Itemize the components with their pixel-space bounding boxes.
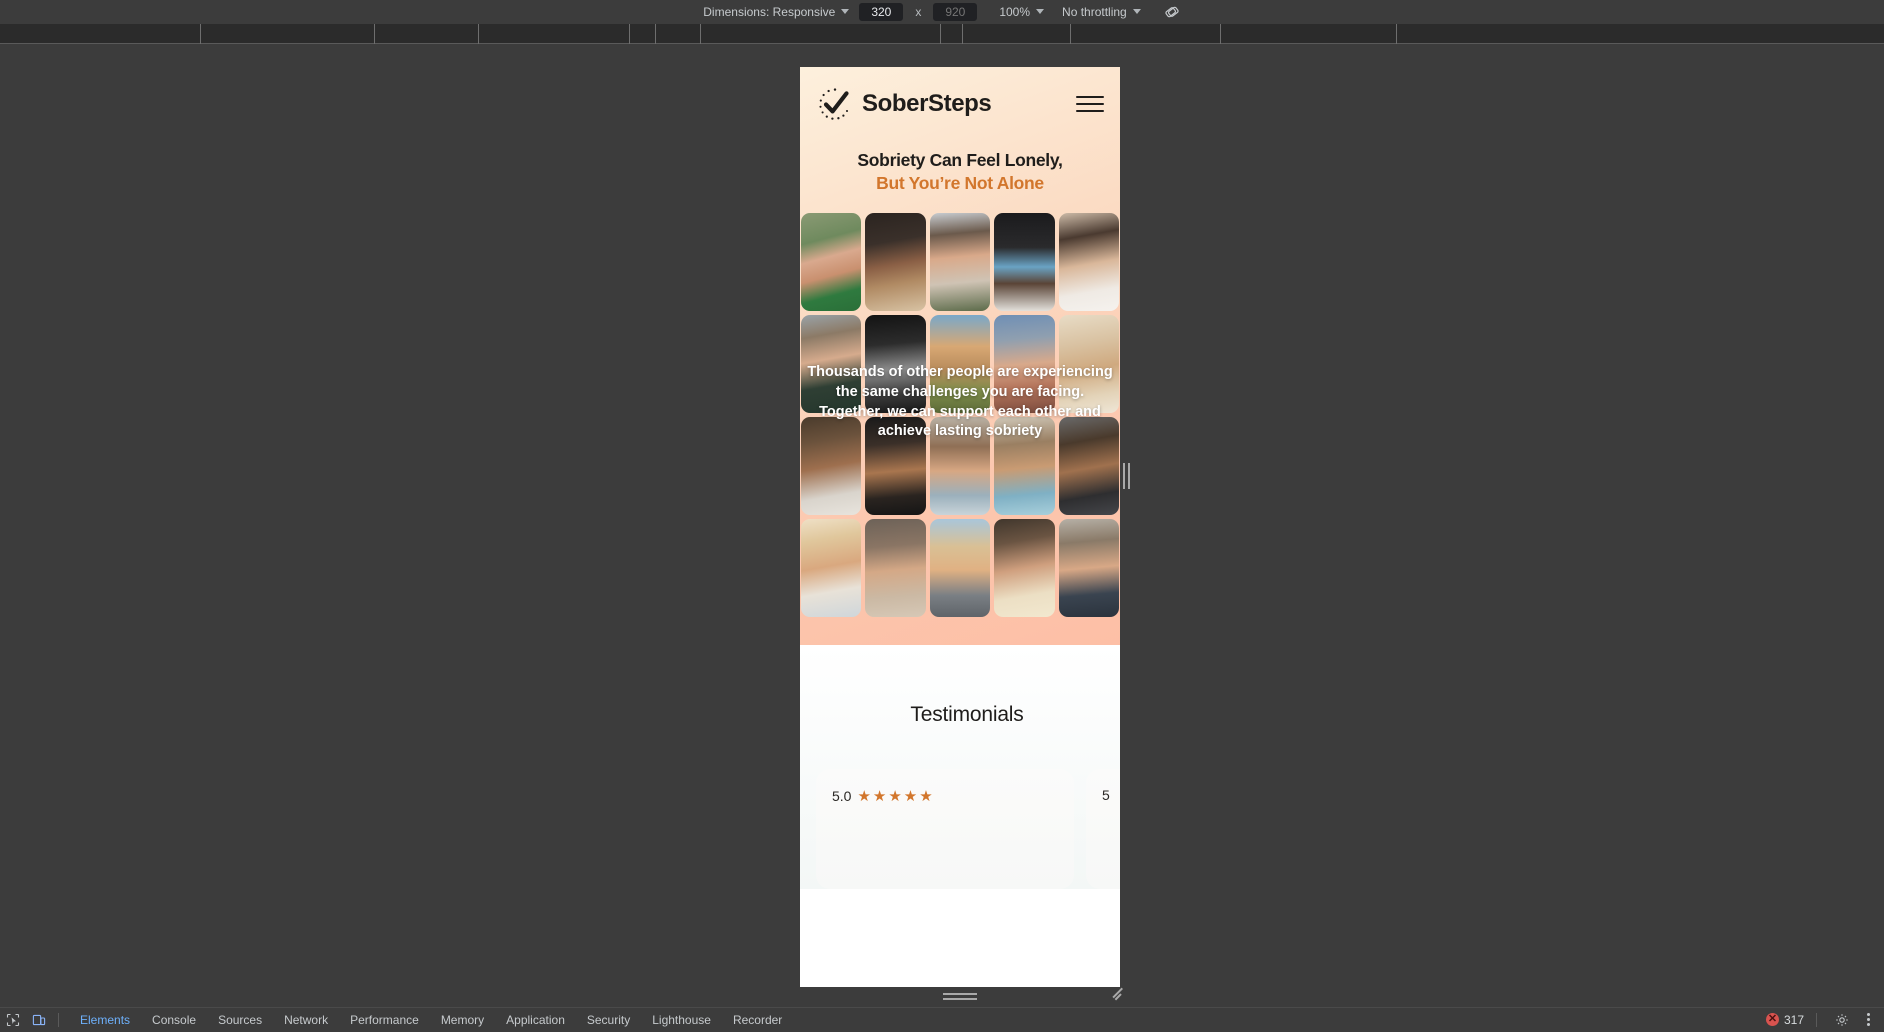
viewport-area: SoberSteps Sobriety Can Feel Lonely, But… [0,45,1884,1007]
device-viewport[interactable]: SoberSteps Sobriety Can Feel Lonely, But… [800,67,1120,987]
hero-section: SoberSteps Sobriety Can Feel Lonely, But… [800,67,1120,645]
tab-sources[interactable]: Sources [207,1008,273,1032]
device-resize-handle-right[interactable] [1122,460,1130,492]
dimensions-selector[interactable]: Dimensions: Responsive [703,5,849,19]
photo-grid-row [800,519,1120,617]
tab-performance[interactable]: Performance [339,1008,430,1032]
headline-line-2: But You’re Not Alone [810,172,1110,195]
device-resize-handle-bottom[interactable] [940,991,980,1001]
testimonial-card[interactable]: 5 [1086,769,1120,889]
portrait-photo [994,213,1054,311]
error-badge-icon: ✕ [1766,1013,1779,1026]
photo-grid: Thousands of other people are experienci… [800,213,1120,645]
tab-security[interactable]: Security [576,1008,641,1032]
site-header: SoberSteps [800,67,1120,133]
photo-grid-row [800,213,1120,311]
throttling-selector[interactable]: No throttling [1062,5,1141,19]
viewport-ruler [0,24,1884,44]
gear-icon[interactable] [1829,1008,1855,1032]
portrait-photo [1059,519,1119,617]
tab-memory[interactable]: Memory [430,1008,495,1032]
viewport-height-input[interactable] [933,3,977,21]
zoom-selector[interactable]: 100% [999,5,1044,19]
rating-value: 5 [1102,787,1110,803]
kebab-menu-icon[interactable] [1861,1013,1876,1026]
rotate-device-icon[interactable] [1163,3,1181,21]
testimonial-card-list[interactable]: 5.0 ★★★★★ 5 [800,769,1120,889]
throttling-label: No throttling [1062,5,1127,19]
device-toolbar: Dimensions: Responsive x 100% No throttl… [0,0,1884,24]
hamburger-menu-icon[interactable] [1076,94,1104,114]
zoom-label: 100% [999,5,1030,19]
error-count: 317 [1784,1013,1804,1027]
portrait-photo [801,213,861,311]
portrait-photo [801,519,861,617]
device-resize-handle-corner[interactable] [1110,985,1126,1001]
portrait-photo [865,213,925,311]
headline-line-1: Sobriety Can Feel Lonely, [857,150,1062,170]
tab-lighthouse[interactable]: Lighthouse [641,1008,722,1032]
hero-headline: Sobriety Can Feel Lonely, But You’re Not… [800,133,1120,213]
devtools-bottom-bar: Elements Console Sources Network Perform… [0,1007,1884,1031]
testimonials-title: Testimonials [800,703,1120,727]
inspect-element-icon[interactable] [0,1008,26,1032]
dimensions-multiply-symbol: x [913,5,923,19]
page-scroll-container[interactable]: SoberSteps Sobriety Can Feel Lonely, But… [800,67,1120,987]
tab-network[interactable]: Network [273,1008,339,1032]
rating-row: 5 [1102,787,1118,803]
rating-row: 5.0 ★★★★★ [832,787,1058,805]
testimonials-section: Testimonials 5.0 ★★★★★ 5 [800,645,1120,889]
portrait-photo [1059,213,1119,311]
rating-value: 5.0 [832,788,851,804]
star-rating-icon: ★★★★★ [857,787,934,805]
device-toolbar-icon[interactable] [26,1008,52,1032]
viewport-width-input[interactable] [859,3,903,21]
devtools-panel-tabs: Elements Console Sources Network Perform… [69,1008,793,1032]
portrait-photo [930,213,990,311]
hero-overlay-text: Thousands of other people are experienci… [800,363,1120,442]
portrait-photo [994,519,1054,617]
testimonial-card[interactable]: 5.0 ★★★★★ [816,769,1074,889]
chevron-down-icon [1133,9,1141,14]
tab-application[interactable]: Application [495,1008,576,1032]
portrait-photo [865,519,925,617]
devtools-status-area: ✕ 317 [1766,1008,1884,1032]
error-badge[interactable]: ✕ 317 [1766,1013,1804,1027]
toolbar-divider [1816,1013,1817,1027]
chevron-down-icon [1036,9,1044,14]
toolbar-divider [58,1013,59,1027]
portrait-photo [930,519,990,617]
brand-title: SoberSteps [862,90,1068,118]
checkmark-circle-icon [816,85,854,123]
tab-recorder[interactable]: Recorder [722,1008,793,1032]
tab-console[interactable]: Console [141,1008,207,1032]
tab-elements[interactable]: Elements [69,1008,141,1032]
chevron-down-icon [841,9,849,14]
dimensions-label: Dimensions: Responsive [703,5,835,19]
